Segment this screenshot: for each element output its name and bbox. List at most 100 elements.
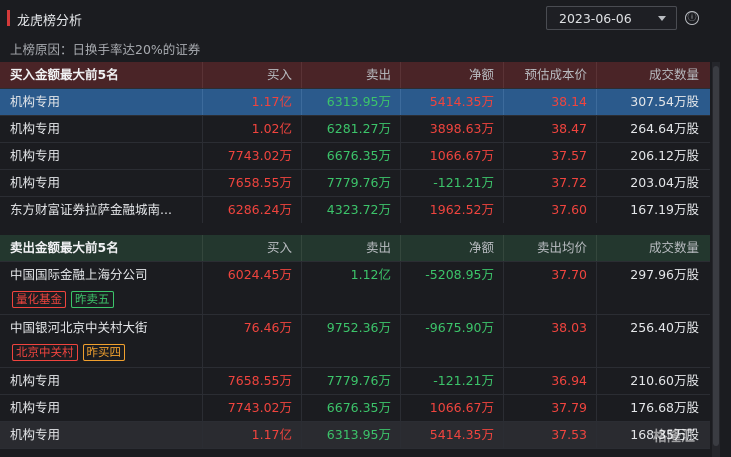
- net-amount: -5208.95万: [425, 267, 494, 282]
- title-bar: 龙虎榜分析 2023-06-06 ⓘ: [0, 0, 731, 36]
- table-row[interactable]: 中国国际金融上海分公司 6024.45万 1.12亿 -5208.95万 37.…: [0, 262, 710, 315]
- table-row[interactable]: 机构专用 7743.02万 6676.35万 1066.67万 37.57 20…: [0, 143, 710, 170]
- net-amount: 3898.63万: [429, 121, 494, 136]
- scrollbar-thumb[interactable]: [713, 66, 719, 446]
- seat-name: 东方财富证券拉萨金融城南...: [10, 202, 172, 217]
- volume: 297.96万股: [630, 267, 699, 282]
- table-row[interactable]: 机构专用 1.17亿 6313.95万 5414.35万 38.14 307.5…: [0, 89, 710, 116]
- seat-name: 机构专用: [10, 175, 61, 190]
- table-header: 买入金额最大前5名 买入 卖出 净额 预估成本价 成交数量: [0, 62, 710, 89]
- tag-badge[interactable]: 昨买四: [82, 344, 125, 361]
- seat-name: 机构专用: [10, 400, 61, 415]
- buy-amount: 76.46万: [243, 320, 292, 335]
- sell-table: 卖出金额最大前5名 买入 卖出 净额 卖出均价 成交数量 中国国际金融上海分公司…: [0, 235, 710, 449]
- date-value: 2023-06-06: [559, 11, 632, 26]
- tag-badge[interactable]: 昨卖五: [71, 291, 114, 308]
- price: 37.60: [551, 202, 587, 217]
- sell-amount: 7779.76万: [326, 373, 391, 388]
- page-title: 龙虎榜分析: [17, 14, 83, 29]
- buy-amount: 7743.02万: [227, 148, 292, 163]
- header-cell[interactable]: 预估成本价: [503, 62, 587, 88]
- table-row[interactable]: 机构专用 7743.02万 6676.35万 1066.67万 37.79 17…: [0, 395, 710, 422]
- buy-amount: 1.17亿: [251, 94, 292, 109]
- table-row[interactable]: 机构专用 7658.55万 7779.76万 -121.21万 36.94 21…: [0, 368, 710, 395]
- net-amount: 5414.35万: [429, 427, 494, 442]
- table-row[interactable]: 中国银河北京中关村大街 76.46万 9752.36万 -9675.90万 38…: [0, 315, 710, 368]
- table-row[interactable]: 东方财富证券拉萨金融城南... 6286.24万 4323.72万 1962.5…: [0, 197, 710, 224]
- header-cell: 卖出金额最大前5名: [10, 240, 119, 255]
- price: 38.03: [551, 320, 587, 335]
- tag-badge[interactable]: 北京中关村: [12, 344, 78, 361]
- sell-amount: 7779.76万: [326, 175, 391, 190]
- table-row[interactable]: 机构专用 7658.55万 7779.76万 -121.21万 37.72 20…: [0, 170, 710, 197]
- header-cell[interactable]: 成交数量: [596, 62, 699, 88]
- buy-amount: 1.02亿: [251, 121, 292, 136]
- seat-name: 机构专用: [10, 148, 61, 163]
- volume: 210.60万股: [630, 373, 699, 388]
- net-amount: -121.21万: [433, 373, 494, 388]
- header-cell: 买入金额最大前5名: [10, 67, 119, 82]
- net-amount: -9675.90万: [425, 320, 494, 335]
- seat-name: 机构专用: [10, 94, 61, 109]
- sell-amount: 6313.95万: [326, 427, 391, 442]
- seat-tags: 量化基金 昨卖五: [12, 291, 114, 308]
- sell-amount: 6676.35万: [326, 148, 391, 163]
- seat-name: 机构专用: [10, 121, 61, 136]
- volume: 256.40万股: [630, 320, 699, 335]
- buy-amount: 7658.55万: [227, 373, 292, 388]
- info-icon[interactable]: ⓘ: [685, 11, 699, 25]
- header-cell[interactable]: 净额: [400, 235, 494, 261]
- chevron-down-icon: [658, 16, 666, 21]
- seat-name: 中国国际金融上海分公司: [10, 267, 148, 282]
- seat-name: 中国银河北京中关村大街: [10, 320, 148, 335]
- seat-tags: 北京中关村 昨买四: [12, 344, 125, 361]
- header-cell[interactable]: 买入: [202, 62, 292, 88]
- buy-amount: 7743.02万: [227, 400, 292, 415]
- date-dropdown[interactable]: 2023-06-06: [546, 6, 677, 30]
- tag-badge[interactable]: 量化基金: [12, 291, 66, 308]
- sell-amount: 6313.95万: [326, 94, 391, 109]
- header-cell[interactable]: 成交数量: [596, 235, 699, 261]
- seat-name: 机构专用: [10, 373, 61, 388]
- price: 36.94: [551, 373, 587, 388]
- volume: 203.04万股: [630, 175, 699, 190]
- price: 38.47: [551, 121, 587, 136]
- sell-amount: 6281.27万: [326, 121, 391, 136]
- buy-amount: 1.17亿: [251, 427, 292, 442]
- price: 37.70: [551, 267, 587, 282]
- net-amount: 1066.67万: [429, 148, 494, 163]
- price: 37.53: [551, 427, 587, 442]
- volume: 307.54万股: [630, 94, 699, 109]
- header-cell[interactable]: 卖出均价: [503, 235, 587, 261]
- buy-amount: 7658.55万: [227, 175, 292, 190]
- header-cell[interactable]: 净额: [400, 62, 494, 88]
- sell-amount: 4323.72万: [326, 202, 391, 217]
- header-cell[interactable]: 卖出: [301, 235, 391, 261]
- net-amount: -121.21万: [433, 175, 494, 190]
- table-divider: [0, 223, 710, 235]
- sell-amount: 1.12亿: [350, 267, 391, 282]
- header-cell[interactable]: 卖出: [301, 62, 391, 88]
- net-amount: 1066.67万: [429, 400, 494, 415]
- price: 37.72: [551, 175, 587, 190]
- buy-amount: 6024.45万: [227, 267, 292, 282]
- volume: 264.64万股: [630, 121, 699, 136]
- title-accent-bar: [7, 10, 10, 26]
- table-row[interactable]: 机构专用 1.02亿 6281.27万 3898.63万 38.47 264.6…: [0, 116, 710, 143]
- volume: 176.68万股: [630, 400, 699, 415]
- price: 37.57: [551, 148, 587, 163]
- sell-amount: 9752.36万: [326, 320, 391, 335]
- price: 37.79: [551, 400, 587, 415]
- header-cell[interactable]: 买入: [202, 235, 292, 261]
- sell-amount: 6676.35万: [326, 400, 391, 415]
- volume: 206.12万股: [630, 148, 699, 163]
- table-row[interactable]: 机构专用 1.17亿 6313.95万 5414.35万 37.53 168.3…: [0, 422, 710, 449]
- net-amount: 5414.35万: [429, 94, 494, 109]
- net-amount: 1962.52万: [429, 202, 494, 217]
- listing-reason: 上榜原因：日换手率达20%的证券: [10, 42, 201, 57]
- volume: 167.19万股: [630, 202, 699, 217]
- watermark-logo: 格隆汇: [653, 429, 695, 445]
- buy-table: 买入金额最大前5名 买入 卖出 净额 预估成本价 成交数量 机构专用 1.17亿…: [0, 62, 710, 224]
- seat-name: 机构专用: [10, 427, 61, 442]
- price: 38.14: [551, 94, 587, 109]
